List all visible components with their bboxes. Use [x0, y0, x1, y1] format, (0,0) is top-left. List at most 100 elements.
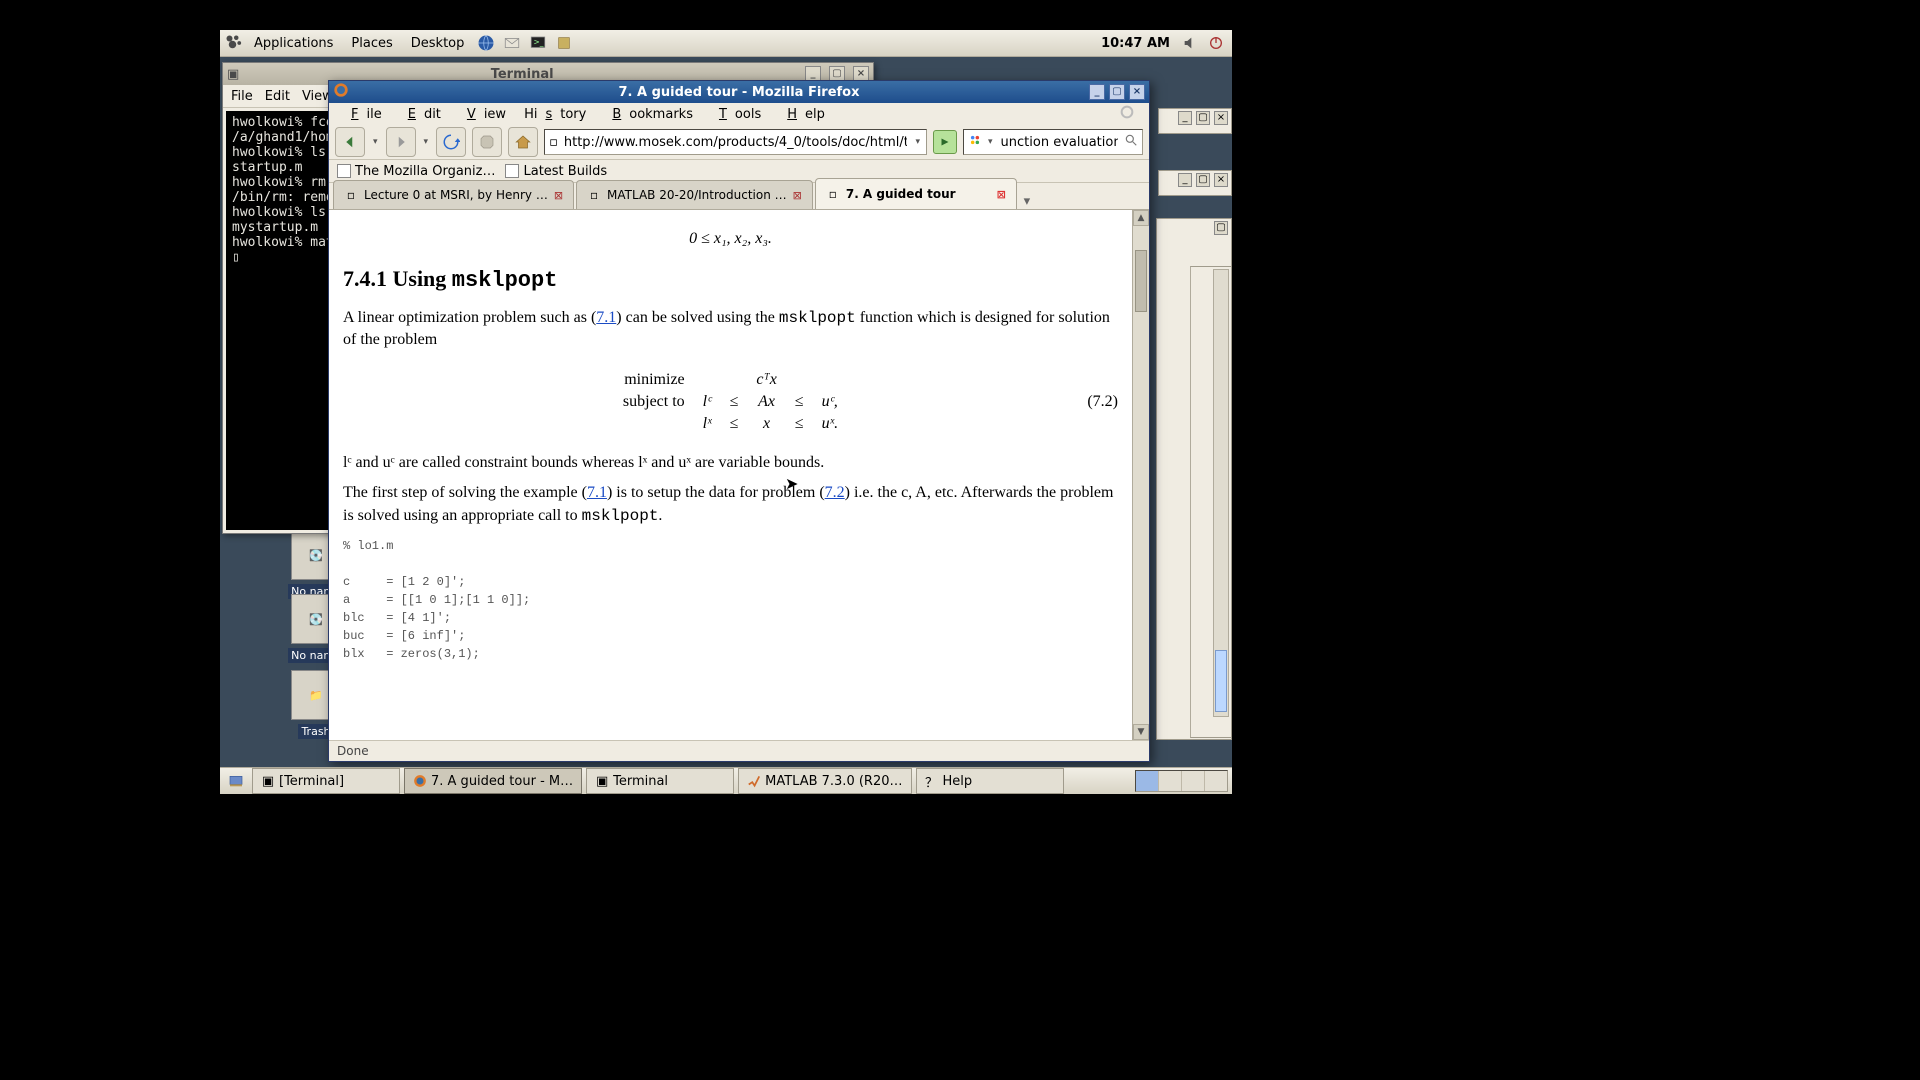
link-ref-7-1b[interactable]: 7.1 [587, 484, 607, 501]
mail-launcher-icon[interactable] [500, 31, 524, 55]
search-input[interactable] [999, 134, 1120, 151]
go-button[interactable] [933, 130, 957, 154]
tab-close-icon[interactable]: ⊠ [997, 188, 1006, 201]
reload-button[interactable] [436, 127, 466, 157]
tab-label: Lecture 0 at MSRI, by Henry … [364, 188, 548, 202]
tab-favicon-icon: ▫ [587, 188, 601, 202]
stop-button[interactable] [472, 127, 502, 157]
bgwin2-close-icon[interactable]: × [1214, 173, 1228, 187]
scroll-thumb[interactable] [1135, 250, 1147, 312]
task-terminal-2[interactable]: ▣ Terminal [586, 768, 734, 794]
workspace-pager[interactable] [1135, 770, 1228, 792]
firefox-maximize-icon[interactable]: ▢ [1109, 84, 1125, 100]
terminal-app-icon: ▣ [227, 67, 239, 82]
bookmark-latest-builds[interactable]: Latest Builds [505, 164, 607, 179]
page-paragraph-3: The first step of solving the example (7… [343, 482, 1118, 527]
firefox-menubar: File Edit View History Bookmarks Tools H… [329, 103, 1149, 125]
background-window-controls-1: _ ▢ × [1158, 108, 1232, 134]
bookmark-mozilla[interactable]: The Mozilla Organiz… [337, 164, 495, 179]
shutdown-icon[interactable] [1204, 31, 1228, 55]
scroll-up-icon[interactable]: ▲ [1133, 210, 1149, 226]
home-button[interactable] [508, 127, 538, 157]
terminal-menu-edit[interactable]: Edit [265, 89, 290, 104]
firefox-statusbar: Done [329, 740, 1149, 761]
gnome-foot-icon[interactable] [224, 33, 244, 53]
content-scrollbar[interactable]: ▲ ▼ [1132, 210, 1149, 740]
equation-block: minimize cᵀx subject to lᶜ ≤ Ax ≤ uᶜ, [343, 368, 1118, 436]
task-terminal-1[interactable]: ▣ [Terminal] [252, 768, 400, 794]
tab-label: MATLAB 20-20/Introduction … [607, 188, 787, 202]
task-label: 7. A guided tour - M… [431, 774, 573, 789]
menu-edit[interactable]: Edit [392, 105, 449, 124]
firefox-minimize-icon[interactable]: _ [1089, 84, 1105, 100]
menu-bookmarks[interactable]: Bookmarks [596, 105, 701, 124]
link-ref-7-1[interactable]: 7.1 [596, 309, 616, 326]
task-help[interactable]: ？ Help [916, 768, 1064, 794]
bookmark-icon [337, 164, 351, 178]
firefox-close-icon[interactable]: × [1129, 84, 1145, 100]
gnome-top-panel: Applications Places Desktop >_ 10:47 AM [220, 30, 1232, 57]
tab-label: 7. A guided tour [846, 187, 956, 201]
forward-button[interactable] [386, 127, 416, 157]
task-label: MATLAB 7.3.0 (R20… [765, 774, 902, 789]
page-favicon-icon: ▫ [549, 135, 558, 150]
url-dropdown-icon[interactable]: ▾ [913, 137, 922, 147]
back-button[interactable] [335, 127, 365, 157]
forward-dropdown-icon[interactable]: ▾ [422, 137, 431, 147]
task-firefox[interactable]: 7. A guided tour - M… [404, 768, 582, 794]
workspace-4[interactable] [1204, 771, 1227, 791]
firefox-window[interactable]: 7. A guided tour - Mozilla Firefox _ ▢ ×… [328, 80, 1150, 762]
bgwin3-generic-icon[interactable]: ▢ [1214, 221, 1228, 235]
code-listing: % lo1.m c = [1 2 0]'; a = [[1 0 1];[1 1 … [343, 537, 1118, 663]
gnome-bottom-panel: ▣ [Terminal] 7. A guided tour - M… ▣ Ter… [220, 767, 1232, 794]
menu-view[interactable]: View [451, 105, 514, 124]
panel-menu-applications[interactable]: Applications [246, 34, 341, 53]
tabs-overflow-icon[interactable]: ▾ [1019, 194, 1035, 209]
extra-launcher-icon[interactable] [552, 31, 576, 55]
back-dropdown-icon[interactable]: ▾ [371, 137, 380, 147]
search-bar[interactable]: ▾ [963, 129, 1143, 155]
url-bar[interactable]: ▫ ▾ [544, 129, 927, 155]
bgwin2-maximize-icon[interactable]: ▢ [1196, 173, 1210, 187]
tab-close-icon[interactable]: ⊠ [554, 189, 563, 202]
menu-tools[interactable]: Tools [703, 105, 769, 124]
panel-menu-places[interactable]: Places [343, 34, 400, 53]
show-desktop-icon[interactable] [224, 769, 248, 793]
firefox-nav-toolbar: ▾ ▾ ▫ ▾ [329, 125, 1149, 160]
menu-file[interactable]: File [335, 105, 390, 124]
tab-guided-tour[interactable]: ▫ 7. A guided tour ⊠ [815, 178, 1017, 209]
tab-close-icon[interactable]: ⊠ [793, 189, 802, 202]
panel-menu-desktop[interactable]: Desktop [403, 34, 473, 53]
task-matlab[interactable]: MATLAB 7.3.0 (R20… [738, 768, 911, 794]
bgwin1-maximize-icon[interactable]: ▢ [1196, 111, 1210, 125]
tab-matlab[interactable]: ▫ MATLAB 20-20/Introduction … ⊠ [576, 180, 813, 209]
svg-text:>_: >_ [534, 38, 544, 47]
workspace-1[interactable] [1136, 771, 1158, 791]
search-go-icon[interactable] [1124, 133, 1138, 151]
tab-lecture[interactable]: ▫ Lecture 0 at MSRI, by Henry … ⊠ [333, 180, 574, 209]
volume-icon[interactable] [1178, 31, 1202, 55]
page-content[interactable]: 0 ≤ x₁, x₂, x₃. 7.4.1 Using msklpopt A l… [329, 210, 1132, 740]
panel-clock[interactable]: 10:47 AM [1095, 36, 1176, 51]
terminal-icon: ▣ [595, 774, 609, 788]
url-input[interactable] [562, 134, 910, 151]
task-label: Terminal [613, 774, 668, 789]
terminal-menu-file[interactable]: File [231, 89, 253, 104]
scroll-down-icon[interactable]: ▼ [1133, 724, 1149, 740]
tab-strip: ▫ Lecture 0 at MSRI, by Henry … ⊠ ▫ MATL… [329, 183, 1149, 210]
browser-launcher-icon[interactable] [474, 31, 498, 55]
search-engine-icon[interactable] [968, 133, 982, 151]
terminal-launcher-icon[interactable]: >_ [526, 31, 550, 55]
link-ref-7-2[interactable]: 7.2 [825, 484, 845, 501]
bgwin1-minimize-icon[interactable]: _ [1178, 111, 1192, 125]
workspace-2[interactable] [1158, 771, 1181, 791]
bgwin2-minimize-icon[interactable]: _ [1178, 173, 1192, 187]
bgwin1-close-icon[interactable]: × [1214, 111, 1228, 125]
menu-history[interactable]: History [516, 105, 594, 124]
firefox-app-icon [333, 82, 349, 102]
firefox-titlebar[interactable]: 7. A guided tour - Mozilla Firefox _ ▢ × [329, 81, 1149, 103]
workspace-3[interactable] [1181, 771, 1204, 791]
status-text: Done [337, 744, 369, 758]
menu-help[interactable]: Help [771, 105, 833, 124]
firefox-title: 7. A guided tour - Mozilla Firefox [619, 85, 860, 100]
